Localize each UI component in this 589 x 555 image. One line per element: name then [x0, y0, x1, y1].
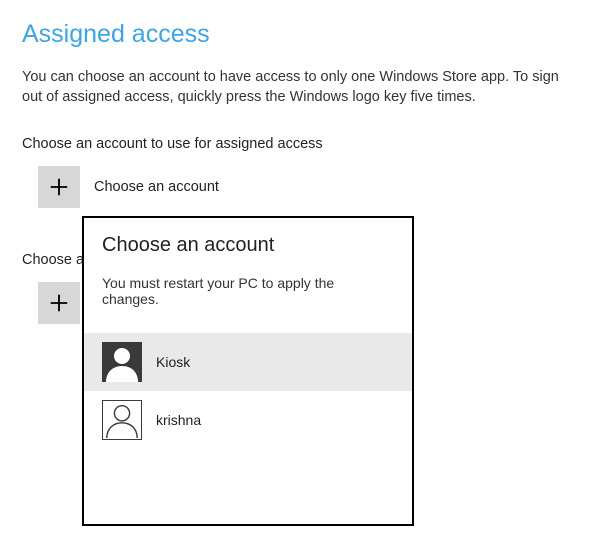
section-account-label: Choose an account to use for assigned ac… [22, 136, 567, 152]
choose-account-label: Choose an account [94, 179, 219, 195]
choose-account-popup: Choose an account You must restart your … [82, 216, 414, 526]
plus-icon [38, 282, 80, 324]
page-description: You can choose an account to have access… [22, 67, 567, 108]
plus-icon [38, 166, 80, 208]
account-item-krishna[interactable]: krishna [84, 391, 412, 449]
choose-account-button[interactable]: Choose an account [38, 166, 567, 208]
account-name: Kiosk [156, 354, 190, 370]
avatar-icon [102, 342, 142, 382]
account-name: krishna [156, 412, 201, 428]
account-item-kiosk[interactable]: Kiosk [84, 333, 412, 391]
popup-subtitle: You must restart your PC to apply the ch… [84, 275, 412, 333]
page-title: Assigned access [22, 20, 567, 49]
avatar-icon [102, 400, 142, 440]
popup-title: Choose an account [84, 234, 412, 275]
